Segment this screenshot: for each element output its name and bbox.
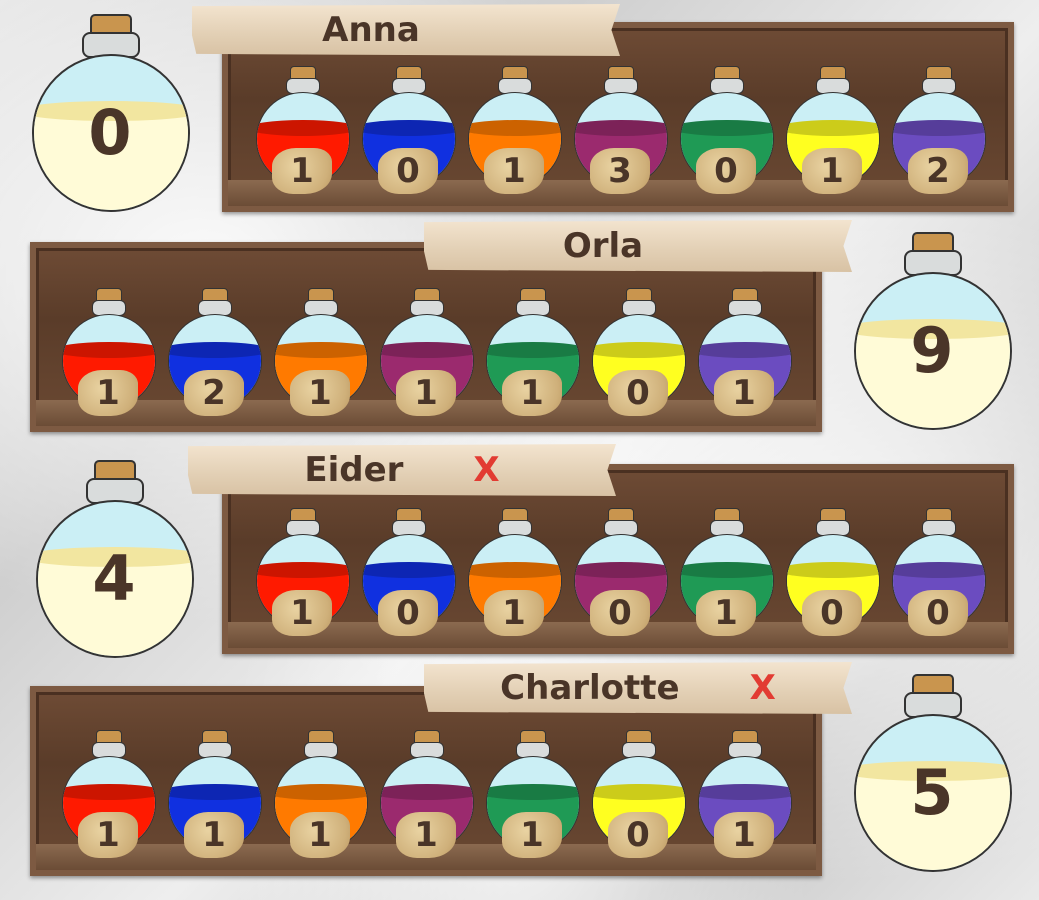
player-score: 5: [910, 756, 954, 829]
name-plank: Orla: [424, 220, 852, 272]
potion-count: 2: [908, 148, 968, 194]
potion-count: 0: [608, 812, 668, 858]
potion-orange: 1: [272, 288, 368, 418]
potion-count: 2: [184, 370, 244, 416]
potion-blue: 2: [166, 288, 262, 418]
potion-red: 1: [254, 508, 350, 638]
score-potion: 0: [30, 14, 190, 214]
eliminated-mark: X: [749, 668, 776, 708]
potion-count: 1: [290, 370, 350, 416]
score-potion: 9: [852, 232, 1012, 432]
eliminated-mark: X: [473, 450, 500, 490]
player-name: Eider: [304, 450, 404, 490]
potion-orange: 1: [272, 730, 368, 860]
potion-blue: 1: [166, 730, 262, 860]
player-score: 4: [92, 542, 136, 615]
name-plank: Eider X: [188, 444, 616, 496]
potion-count: 0: [908, 590, 968, 636]
potion-yellow: 0: [784, 508, 880, 638]
potion-count: 0: [590, 590, 650, 636]
potion-count: 1: [714, 370, 774, 416]
potion-red: 1: [60, 730, 156, 860]
potion-count: 3: [590, 148, 650, 194]
potion-violet: 2: [890, 66, 986, 196]
potion-count: 1: [502, 812, 562, 858]
potion-yellow: 0: [590, 730, 686, 860]
name-plank: Charlotte X: [424, 662, 852, 714]
potion-count: 1: [184, 812, 244, 858]
potion-count: 1: [272, 148, 332, 194]
potion-purple: 0: [572, 508, 668, 638]
player-score: 0: [88, 96, 132, 169]
potion-yellow: 1: [784, 66, 880, 196]
potion-count: 0: [608, 370, 668, 416]
potion-count: 1: [484, 590, 544, 636]
potion-violet: 1: [696, 730, 792, 860]
potion-blue: 0: [360, 508, 456, 638]
name-plank: Anna: [192, 4, 620, 56]
potion-count: 1: [802, 148, 862, 194]
potion-green: 1: [678, 508, 774, 638]
potion-count: 1: [714, 812, 774, 858]
potion-yellow: 0: [590, 288, 686, 418]
player-name: Anna: [322, 10, 420, 50]
potion-count: 0: [802, 590, 862, 636]
player-score: 9: [910, 314, 954, 387]
potion-violet: 1: [696, 288, 792, 418]
potion-count: 0: [378, 148, 438, 194]
potion-green: 1: [484, 730, 580, 860]
potion-orange: 1: [466, 508, 562, 638]
potion-count: 1: [396, 812, 456, 858]
potion-count: 1: [78, 370, 138, 416]
score-potion: 5: [852, 674, 1012, 874]
potion-blue: 0: [360, 66, 456, 196]
potion-purple: 1: [378, 288, 474, 418]
potion-count: 1: [290, 812, 350, 858]
potion-green: 1: [484, 288, 580, 418]
potion-red: 1: [254, 66, 350, 196]
potion-purple: 1: [378, 730, 474, 860]
potion-red: 1: [60, 288, 156, 418]
potion-violet: 0: [890, 508, 986, 638]
potion-count: 0: [696, 148, 756, 194]
potion-green: 0: [678, 66, 774, 196]
potion-orange: 1: [466, 66, 562, 196]
player-name: Charlotte: [500, 668, 680, 708]
potion-count: 1: [396, 370, 456, 416]
potion-count: 1: [502, 370, 562, 416]
player-name: Orla: [562, 226, 644, 266]
score-potion: 4: [34, 460, 194, 660]
potion-count: 1: [484, 148, 544, 194]
potion-count: 1: [272, 590, 332, 636]
potion-count: 1: [696, 590, 756, 636]
potion-count: 0: [378, 590, 438, 636]
potion-purple: 3: [572, 66, 668, 196]
potion-count: 1: [78, 812, 138, 858]
